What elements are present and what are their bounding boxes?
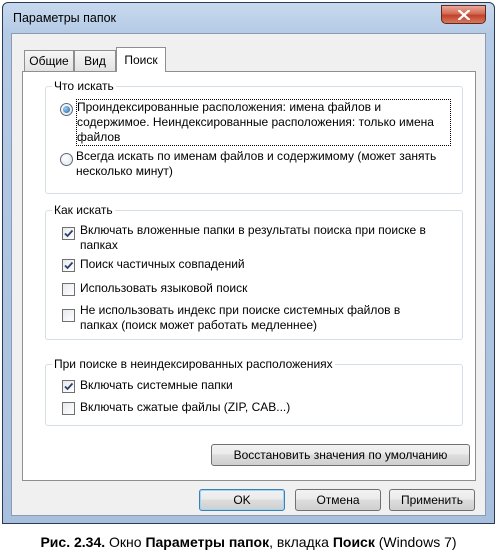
checkbox-no-index-label[interactable]: Не использовать индекс при поиске систем…: [80, 303, 440, 333]
checkmark-icon: [64, 261, 74, 270]
checkbox-include-subfolders-label[interactable]: Включать вложенные папки в результаты по…: [80, 223, 440, 253]
apply-button[interactable]: Применить: [389, 489, 475, 511]
tab-general[interactable]: Общие: [24, 50, 74, 71]
non-indexed-group: При поиске в неиндексированных расположе…: [45, 357, 463, 426]
what-to-search-legend: Что искать: [52, 79, 116, 93]
radio-indexed-locations[interactable]: [60, 103, 73, 116]
close-button[interactable]: [441, 5, 486, 24]
checkbox-system-folders-label[interactable]: Включать системные папки: [80, 378, 440, 393]
checkbox-system-folders[interactable]: [62, 380, 75, 393]
how-to-search-group: Как искать Включать вложенные папки в ре…: [45, 203, 463, 340]
radio-indexed-label[interactable]: Проиндексированные расположения: имена ф…: [76, 99, 451, 146]
checkbox-language-search-label[interactable]: Использовать языковой поиск: [80, 281, 440, 296]
checkbox-no-index-system-files[interactable]: [62, 309, 75, 322]
caption-window-name: Параметры папок: [145, 534, 270, 550]
title-bar[interactable]: Параметры папок: [3, 3, 494, 35]
what-to-search-group: Что искать Проиндексированные расположен…: [45, 79, 463, 194]
close-icon: [458, 10, 470, 20]
dialog-client-area: Общие Вид Поиск Что искать Проиндексиров…: [11, 33, 486, 516]
restore-defaults-button[interactable]: Восстановить значения по умолчанию: [211, 444, 470, 466]
caption-figure-number: Рис. 2.34.: [40, 534, 106, 550]
radio-dot-icon: [63, 106, 70, 113]
checkbox-include-subfolders[interactable]: [62, 227, 75, 240]
checkbox-compressed-files-label[interactable]: Включать сжатые файлы (ZIP, CAB...): [80, 400, 440, 415]
checkmark-icon: [64, 382, 74, 391]
checkbox-partial-matches-label[interactable]: Поиск частичных совпадений: [80, 257, 440, 272]
caption-text-1: Окно: [105, 534, 146, 550]
checkbox-compressed-files[interactable]: [62, 402, 75, 415]
folder-options-window: Параметры папок Общие Вид Поиск Что иска…: [2, 2, 495, 524]
checkbox-language-search[interactable]: [62, 283, 75, 296]
checkbox-partial-matches[interactable]: [62, 259, 75, 272]
tab-search[interactable]: Поиск: [116, 47, 166, 72]
radio-always-search-contents[interactable]: [60, 153, 73, 166]
radio-always-search-label[interactable]: Всегда искать по именам файлов и содержи…: [76, 149, 456, 179]
checkmark-icon: [64, 229, 74, 238]
ok-button[interactable]: OK: [199, 489, 285, 511]
caption-text-3: (Windows 7): [374, 534, 457, 550]
cancel-button[interactable]: Отмена: [295, 489, 381, 511]
caption-tab-name: Поиск: [332, 534, 375, 550]
window-title: Параметры папок: [13, 11, 117, 25]
caption-text-2: , вкладка: [269, 534, 333, 550]
tab-view[interactable]: Вид: [74, 50, 116, 71]
figure-caption: Рис. 2.34. Окно Параметры папок, вкладка…: [0, 534, 497, 550]
how-to-search-legend: Как искать: [52, 203, 115, 217]
search-tab-panel: Что искать Проиндексированные расположен…: [22, 71, 476, 481]
non-indexed-legend: При поиске в неиндексированных расположе…: [52, 357, 335, 371]
